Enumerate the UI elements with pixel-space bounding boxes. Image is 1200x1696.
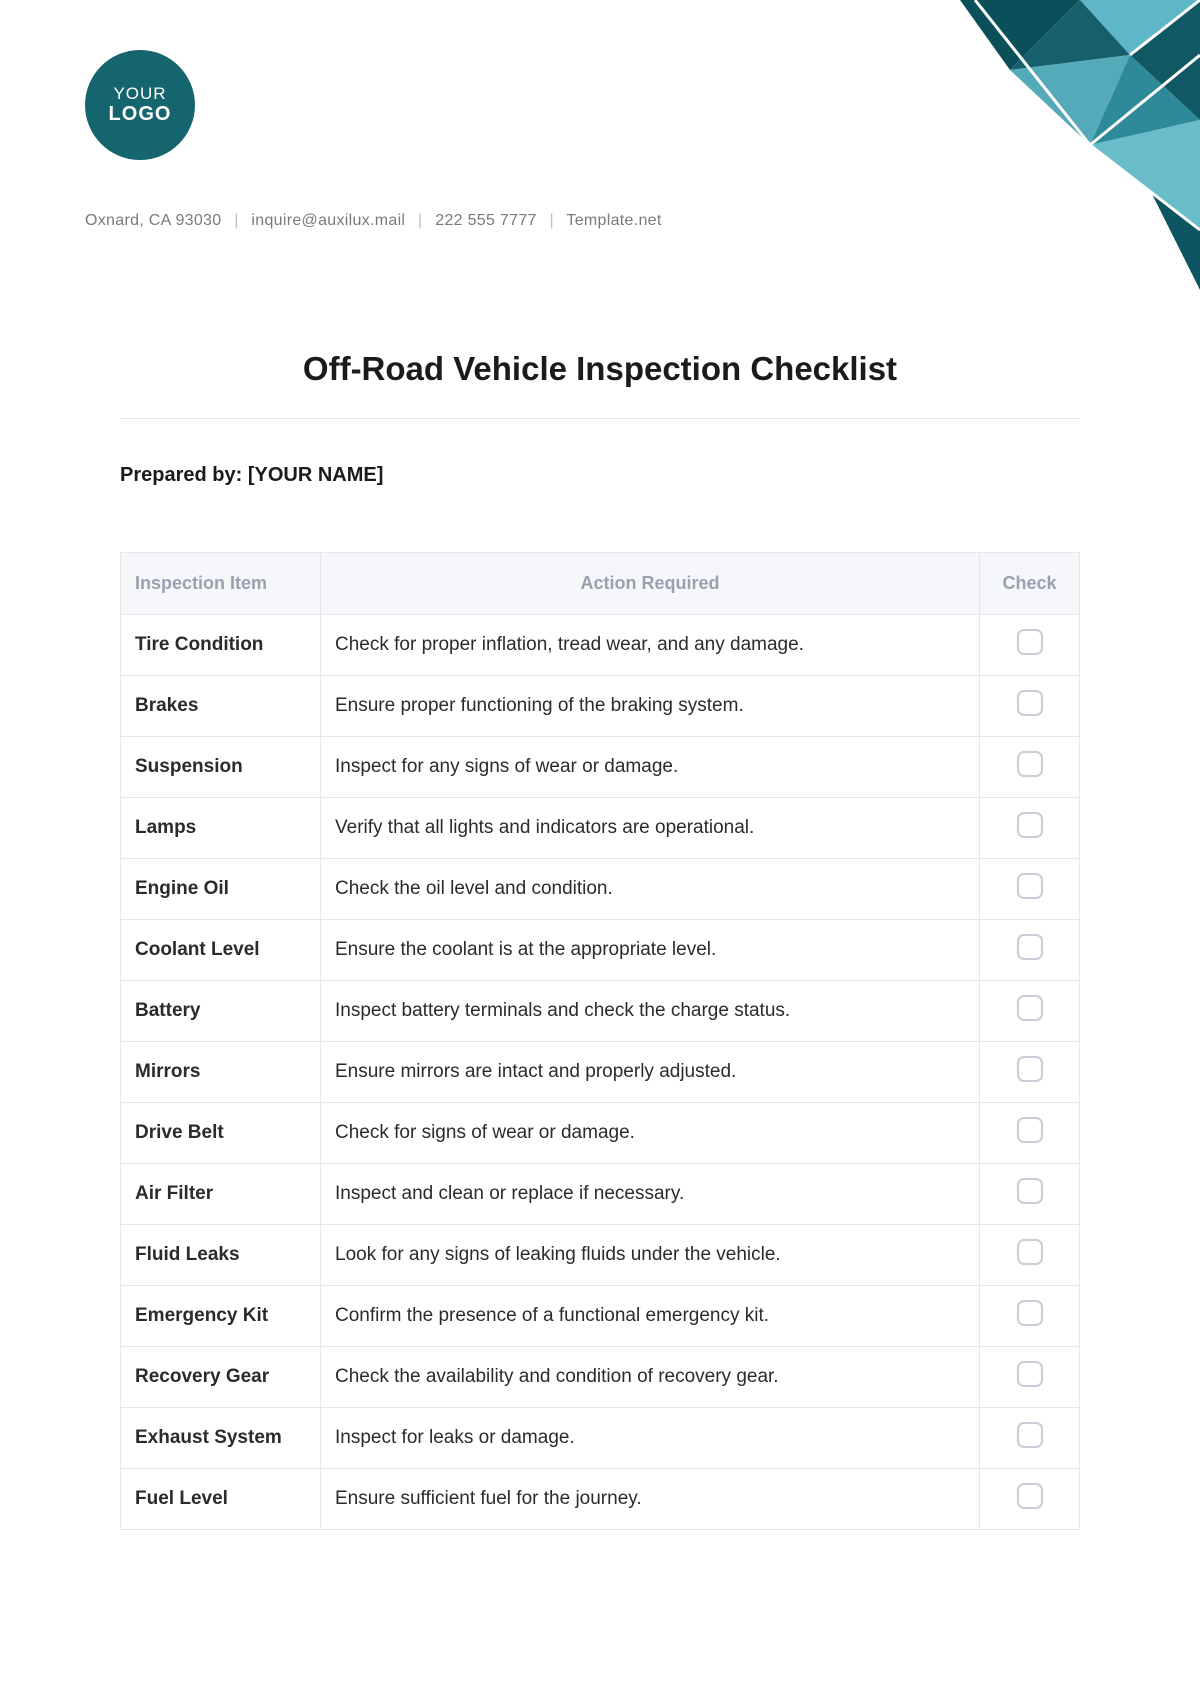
checkbox[interactable] bbox=[1017, 1483, 1043, 1509]
inspection-action: Ensure proper functioning of the braking… bbox=[321, 676, 980, 737]
table-row: MirrorsEnsure mirrors are intact and pro… bbox=[121, 1042, 1080, 1103]
checkbox[interactable] bbox=[1017, 995, 1043, 1021]
contact-info: Oxnard, CA 93030 | inquire@auxilux.mail … bbox=[85, 212, 662, 230]
inspection-item-name: Lamps bbox=[121, 798, 321, 859]
inspection-action: Ensure sufficient fuel for the journey. bbox=[321, 1469, 980, 1530]
header-action: Action Required bbox=[321, 553, 980, 615]
table-row: Tire ConditionCheck for proper inflation… bbox=[121, 615, 1080, 676]
table-row: Fluid LeaksLook for any signs of leaking… bbox=[121, 1225, 1080, 1286]
table-row: Air FilterInspect and clean or replace i… bbox=[121, 1164, 1080, 1225]
separator: | bbox=[234, 212, 238, 229]
contact-address: Oxnard, CA 93030 bbox=[85, 212, 221, 229]
check-cell bbox=[980, 1469, 1080, 1530]
separator: | bbox=[418, 212, 422, 229]
inspection-action: Inspect for any signs of wear or damage. bbox=[321, 737, 980, 798]
check-cell bbox=[980, 737, 1080, 798]
table-row: Fuel LevelEnsure sufficient fuel for the… bbox=[121, 1469, 1080, 1530]
checkbox[interactable] bbox=[1017, 629, 1043, 655]
checkbox[interactable] bbox=[1017, 1300, 1043, 1326]
inspection-action: Inspect and clean or replace if necessar… bbox=[321, 1164, 980, 1225]
check-cell bbox=[980, 981, 1080, 1042]
check-cell bbox=[980, 1286, 1080, 1347]
check-cell bbox=[980, 920, 1080, 981]
table-row: Coolant LevelEnsure the coolant is at th… bbox=[121, 920, 1080, 981]
check-cell bbox=[980, 798, 1080, 859]
inspection-action: Verify that all lights and indicators ar… bbox=[321, 798, 980, 859]
inspection-item-name: Fuel Level bbox=[121, 1469, 321, 1530]
table-row: BatteryInspect battery terminals and che… bbox=[121, 981, 1080, 1042]
inspection-item-name: Mirrors bbox=[121, 1042, 321, 1103]
inspection-item-name: Suspension bbox=[121, 737, 321, 798]
table-header-row: Inspection Item Action Required Check bbox=[121, 553, 1080, 615]
inspection-action: Check the availability and condition of … bbox=[321, 1347, 980, 1408]
inspection-action: Check for signs of wear or damage. bbox=[321, 1103, 980, 1164]
table-row: Exhaust SystemInspect for leaks or damag… bbox=[121, 1408, 1080, 1469]
checkbox[interactable] bbox=[1017, 690, 1043, 716]
contact-site: Template.net bbox=[566, 212, 661, 229]
header-item: Inspection Item bbox=[121, 553, 321, 615]
table-row: Recovery GearCheck the availability and … bbox=[121, 1347, 1080, 1408]
inspection-action: Inspect for leaks or damage. bbox=[321, 1408, 980, 1469]
checkbox[interactable] bbox=[1017, 1056, 1043, 1082]
inspection-item-name: Drive Belt bbox=[121, 1103, 321, 1164]
check-cell bbox=[980, 1225, 1080, 1286]
inspection-item-name: Fluid Leaks bbox=[121, 1225, 321, 1286]
checkbox[interactable] bbox=[1017, 1117, 1043, 1143]
page-title: Off-Road Vehicle Inspection Checklist bbox=[120, 350, 1080, 388]
inspection-item-name: Air Filter bbox=[121, 1164, 321, 1225]
checkbox[interactable] bbox=[1017, 751, 1043, 777]
checkbox[interactable] bbox=[1017, 934, 1043, 960]
contact-phone: 222 555 7777 bbox=[435, 212, 536, 229]
checkbox[interactable] bbox=[1017, 1239, 1043, 1265]
check-cell bbox=[980, 1042, 1080, 1103]
inspection-item-name: Exhaust System bbox=[121, 1408, 321, 1469]
inspection-action: Look for any signs of leaking fluids und… bbox=[321, 1225, 980, 1286]
check-cell bbox=[980, 1164, 1080, 1225]
logo-line1: YOUR bbox=[113, 84, 166, 104]
inspection-item-name: Battery bbox=[121, 981, 321, 1042]
checkbox[interactable] bbox=[1017, 873, 1043, 899]
prepared-by: Prepared by: [YOUR NAME] bbox=[120, 464, 1080, 487]
inspection-item-name: Tire Condition bbox=[121, 615, 321, 676]
contact-email: inquire@auxilux.mail bbox=[251, 212, 405, 229]
checkbox[interactable] bbox=[1017, 1361, 1043, 1387]
table-row: Emergency KitConfirm the presence of a f… bbox=[121, 1286, 1080, 1347]
logo: YOUR LOGO bbox=[85, 50, 195, 160]
check-cell bbox=[980, 1347, 1080, 1408]
inspection-item-name: Engine Oil bbox=[121, 859, 321, 920]
check-cell bbox=[980, 1103, 1080, 1164]
table-row: Drive BeltCheck for signs of wear or dam… bbox=[121, 1103, 1080, 1164]
checkbox[interactable] bbox=[1017, 1422, 1043, 1448]
table-row: BrakesEnsure proper functioning of the b… bbox=[121, 676, 1080, 737]
inspection-item-name: Emergency Kit bbox=[121, 1286, 321, 1347]
checkbox[interactable] bbox=[1017, 812, 1043, 838]
check-cell bbox=[980, 615, 1080, 676]
inspection-item-name: Recovery Gear bbox=[121, 1347, 321, 1408]
header-check: Check bbox=[980, 553, 1080, 615]
inspection-item-name: Brakes bbox=[121, 676, 321, 737]
inspection-table: Inspection Item Action Required Check Ti… bbox=[120, 552, 1080, 1530]
table-row: SuspensionInspect for any signs of wear … bbox=[121, 737, 1080, 798]
separator: | bbox=[549, 212, 553, 229]
title-divider bbox=[120, 418, 1080, 419]
inspection-action: Ensure the coolant is at the appropriate… bbox=[321, 920, 980, 981]
inspection-action: Confirm the presence of a functional eme… bbox=[321, 1286, 980, 1347]
inspection-action: Inspect battery terminals and check the … bbox=[321, 981, 980, 1042]
check-cell bbox=[980, 1408, 1080, 1469]
inspection-action: Check for proper inflation, tread wear, … bbox=[321, 615, 980, 676]
inspection-action: Check the oil level and condition. bbox=[321, 859, 980, 920]
table-row: LampsVerify that all lights and indicato… bbox=[121, 798, 1080, 859]
checkbox[interactable] bbox=[1017, 1178, 1043, 1204]
inspection-item-name: Coolant Level bbox=[121, 920, 321, 981]
decorative-corner-icon bbox=[750, 0, 1200, 300]
table-row: Engine OilCheck the oil level and condit… bbox=[121, 859, 1080, 920]
check-cell bbox=[980, 859, 1080, 920]
check-cell bbox=[980, 676, 1080, 737]
inspection-action: Ensure mirrors are intact and properly a… bbox=[321, 1042, 980, 1103]
logo-line2: LOGO bbox=[109, 103, 172, 126]
